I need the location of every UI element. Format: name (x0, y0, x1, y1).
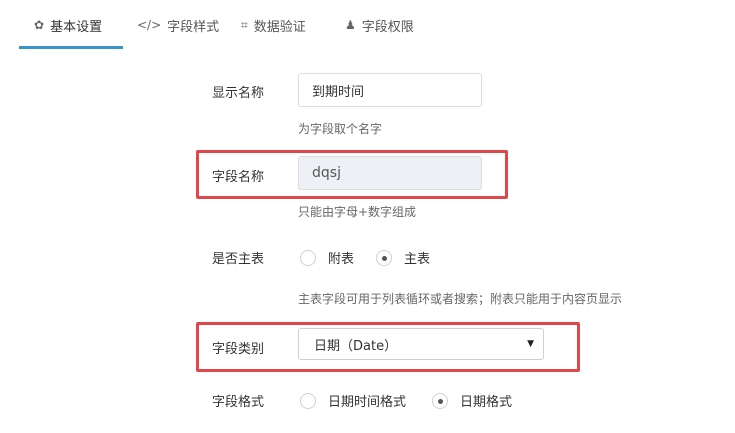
radio-label: 主表 (404, 252, 431, 267)
display-name-label: 显示名称 (212, 86, 265, 101)
main-table-label: 是否主表 (212, 252, 265, 267)
display-name-input[interactable]: 到期时间 (298, 73, 482, 107)
radio-sub-table[interactable]: 附表 (300, 248, 354, 267)
main-table-help: 主表字段可用于列表循环或者搜索；附表只能用于内容页显示 (298, 292, 623, 306)
field-format-label: 字段格式 (212, 395, 265, 410)
tab-data-validation[interactable]: ⌗ 数据验证 (241, 0, 306, 50)
radio-datetime-format[interactable]: 日期时间格式 (300, 391, 406, 410)
caret-down-icon: ▼ (527, 339, 534, 349)
field-type-select[interactable]: 日期（Date） ▼ (298, 328, 544, 360)
user-icon: ♟ (345, 18, 356, 32)
tab-basic-settings[interactable]: ✿ 基本设置 (34, 0, 102, 50)
field-name-input[interactable]: dqsj (298, 156, 482, 190)
radio-label: 日期时间格式 (328, 395, 407, 410)
tab-label: 基本设置 (50, 19, 103, 35)
code-icon: </> (137, 18, 162, 32)
crop-icon: ⌗ (241, 17, 248, 32)
display-name-help: 为字段取个名字 (298, 122, 383, 136)
field-type-value: 日期（Date） (314, 338, 398, 354)
radio-circle (300, 249, 316, 266)
radio-circle (300, 392, 316, 409)
radio-circle (432, 392, 448, 409)
tab-field-permissions[interactable]: ♟ 字段权限 (345, 0, 414, 50)
field-name-label: 字段名称 (212, 170, 265, 185)
tab-field-style[interactable]: </> 字段样式 (137, 0, 219, 50)
field-name-help: 只能由字母+数字组成 (298, 205, 417, 219)
active-tab-indicator (19, 46, 123, 49)
field-type-label: 字段类别 (212, 342, 265, 357)
tab-label: 字段权限 (361, 19, 414, 35)
tab-label: 数据验证 (253, 19, 306, 35)
radio-label: 附表 (328, 252, 355, 267)
tab-bar: ✿ 基本设置 </> 字段样式 ⌗ 数据验证 ♟ 字段权限 (0, 0, 735, 50)
radio-circle (376, 249, 392, 266)
radio-label: 日期格式 (460, 395, 513, 410)
tab-label: 字段样式 (167, 19, 220, 35)
gear-icon: ✿ (34, 18, 45, 32)
radio-main-table[interactable]: 主表 (376, 248, 430, 267)
radio-date-format[interactable]: 日期格式 (432, 391, 512, 410)
